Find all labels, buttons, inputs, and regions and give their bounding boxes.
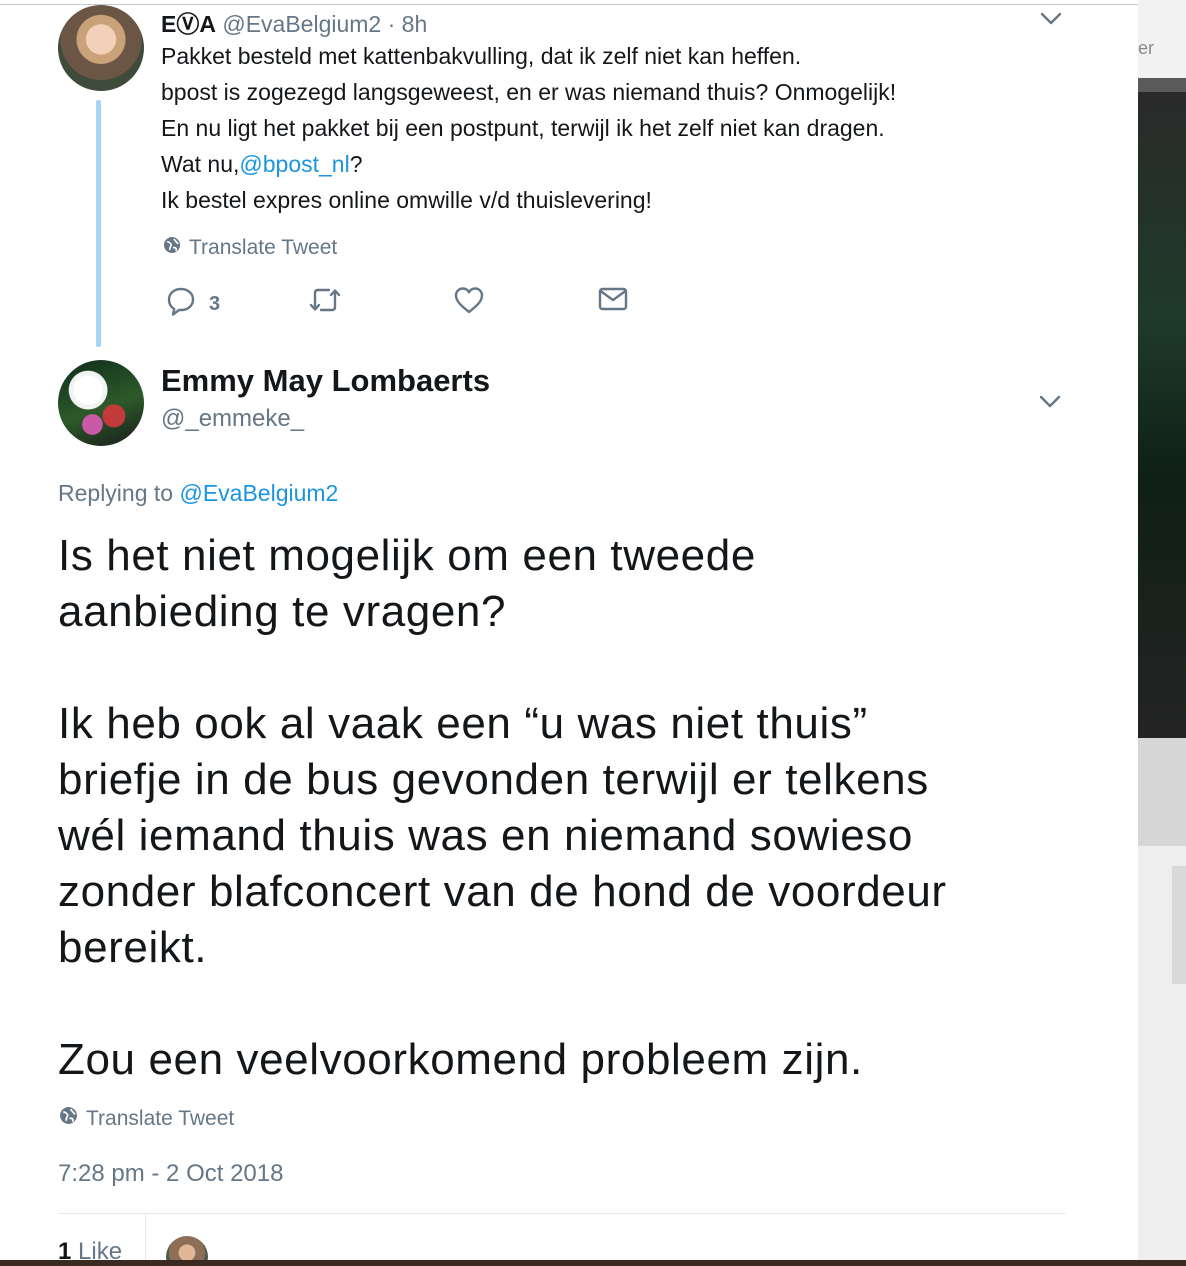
original-author-name[interactable]: EⓋA (161, 11, 216, 37)
backdrop-photo (1138, 92, 1186, 738)
text-line: bereikt. (58, 923, 208, 972)
original-tweet-header: EⓋA @EvaBelgium2 · 8h (161, 5, 427, 39)
tweet-line: Ik bestel expres online omwille v/d thui… (161, 187, 652, 213)
original-author-handle[interactable]: @EvaBelgium2 (222, 11, 381, 37)
globe-icon (59, 1106, 78, 1131)
tweet-actions: 3 (163, 285, 643, 319)
translate-label: Translate Tweet (189, 236, 338, 259)
backdrop-partial-text: er (1138, 38, 1155, 58)
text-line: wél iemand thuis was en niemand sowieso (58, 811, 913, 860)
reply-tweet-text: Is het niet mogelijk om een tweede aanbi… (58, 528, 1118, 1088)
like-icon (453, 285, 485, 321)
replying-prefix: Replying to (58, 480, 174, 506)
stats-divider (58, 1213, 1066, 1214)
mention-suffix: ? (349, 151, 363, 177)
like-button[interactable] (453, 285, 485, 321)
text-line: Zou een veelvoorkomend probleem zijn. (58, 1035, 863, 1084)
text-line: zonder blafconcert van de hond de voorde… (58, 867, 947, 916)
replying-to: Replying to @EvaBelgium2 (58, 480, 338, 507)
translate-tweet-link-reply[interactable]: Translate Tweet (59, 1106, 234, 1131)
mention-prefix: Wat nu, (161, 151, 240, 177)
reply-count: 3 (209, 292, 221, 315)
modal-backdrop[interactable]: er (1138, 0, 1186, 1266)
text-line: briefje in de bus gevonden terwijl er te… (58, 755, 929, 804)
retweet-icon (307, 285, 343, 321)
tweet-line-mention: Wat nu,@bpost_nl? (161, 146, 896, 182)
translate-label: Translate Tweet (86, 1106, 235, 1130)
message-icon (597, 285, 629, 319)
tweet-line: En nu ligt het pakket bij een postpunt, … (161, 115, 885, 141)
reply-author-handle[interactable]: @_emmeke_ (161, 405, 304, 433)
reply-button[interactable]: 3 (165, 285, 220, 323)
retweet-button[interactable] (307, 285, 343, 321)
text-line: Is het niet mogelijk om een tweede (58, 531, 756, 580)
tweet-line: bpost is zogezegd langsgeweest, en er wa… (161, 79, 897, 105)
translate-tweet-link-original[interactable]: Translate Tweet (163, 236, 337, 260)
reply-author-name[interactable]: Emmy May Lombaerts (161, 363, 490, 399)
header-separator: · (387, 11, 396, 37)
text-line: Ik heb ook al vaak een “u was niet thuis… (58, 699, 868, 748)
tweet-timestamp[interactable]: 7:28 pm - 2 Oct 2018 (58, 1160, 283, 1188)
backdrop-panel (1138, 738, 1186, 846)
original-tweet-text: Pakket besteld met kattenbakvulling, dat… (161, 38, 896, 218)
backdrop-header: er (1138, 0, 1186, 78)
globe-icon (163, 236, 181, 260)
avatar-eva[interactable] (58, 5, 144, 91)
stats-vertical-divider (145, 1214, 146, 1260)
mention-link-bpost[interactable]: @bpost_nl (239, 151, 349, 177)
tweet-line: Pakket besteld met kattenbakvulling, dat… (161, 43, 802, 69)
thread-line (96, 100, 101, 347)
bottom-edge (0, 1260, 1186, 1266)
text-line: aanbieding te vragen? (58, 587, 507, 636)
chevron-down-icon[interactable] (1039, 395, 1061, 409)
replying-to-link[interactable]: @EvaBelgium2 (179, 480, 338, 506)
reply-icon (165, 285, 197, 323)
original-tweet-age[interactable]: 8h (402, 11, 428, 37)
chevron-down-icon[interactable] (1040, 12, 1062, 26)
avatar-emmy[interactable] (58, 360, 144, 446)
direct-message-button[interactable] (597, 285, 629, 319)
backdrop-card (1172, 866, 1186, 984)
